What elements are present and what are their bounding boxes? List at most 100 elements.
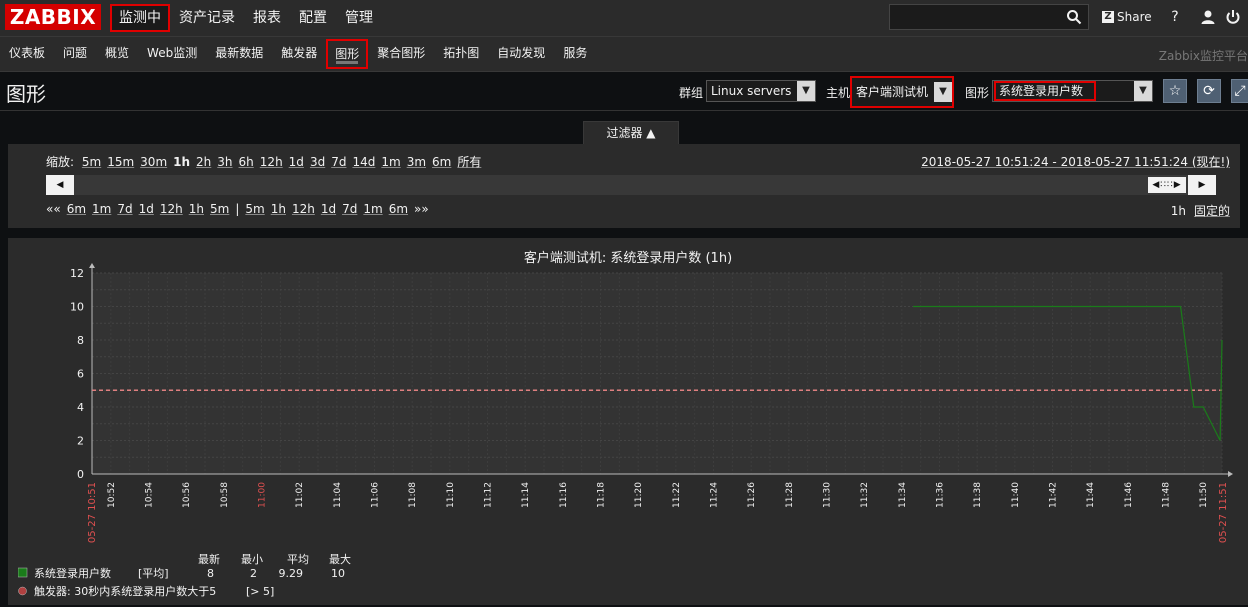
- nav-forward-option[interactable]: 5m: [245, 202, 264, 216]
- x-tick-label: 11:28: [785, 482, 795, 508]
- nav-forward-option[interactable]: 6m: [389, 202, 408, 216]
- scroll-left-button[interactable]: ◀: [46, 175, 74, 195]
- graph-label: 图形: [965, 86, 990, 100]
- favorite-star-button[interactable]: ☆: [1163, 79, 1187, 103]
- sub-menu-item[interactable]: Web监测: [138, 37, 206, 71]
- period-navigation: «« 6m 1m 7d 1d 12h 1h 5m | 5m 1h 12h 1d 7d 1m 6m »»: [46, 202, 435, 216]
- nav-forward-option[interactable]: 7d: [342, 202, 357, 216]
- y-tick-label: 0: [77, 468, 84, 481]
- x-tick-label: 11:02: [295, 482, 305, 508]
- zabbix-logo[interactable]: ZABBIX: [5, 4, 101, 30]
- zoom-option[interactable]: 7d: [331, 155, 346, 169]
- y-tick-label: 6: [77, 368, 84, 381]
- share-label: Share: [1117, 10, 1152, 24]
- fixed-toggle-link[interactable]: 固定的: [1194, 204, 1230, 218]
- graph-select[interactable]: 系统登录用户数 ▼: [992, 80, 1153, 102]
- zoom-option[interactable]: 所有: [457, 155, 481, 169]
- x-tick-label: 11:30: [823, 482, 833, 508]
- y-tick-label: 8: [77, 334, 84, 347]
- y-tick-label: 12: [70, 267, 84, 280]
- nav-forward-option[interactable]: 1m: [363, 202, 382, 216]
- star-icon: ☆: [1168, 83, 1182, 99]
- zoom-option[interactable]: 14d: [352, 155, 375, 169]
- search-box[interactable]: [889, 4, 1089, 30]
- sub-menu-item[interactable]: 拓扑图: [434, 37, 488, 71]
- sub-menu-item[interactable]: 仪表板: [0, 37, 54, 71]
- nav-forward-option[interactable]: 12h: [292, 202, 315, 216]
- zoom-option[interactable]: 1h: [173, 155, 190, 169]
- zoom-option[interactable]: 12h: [260, 155, 283, 169]
- zoom-option[interactable]: 2h: [196, 155, 211, 169]
- nav-back-option[interactable]: 1d: [139, 202, 154, 216]
- nav-forward-option[interactable]: 1d: [321, 202, 336, 216]
- fullscreen-button[interactable]: ⤢: [1231, 79, 1248, 103]
- host-select[interactable]: 客户端测试机 ▼: [850, 76, 954, 108]
- nav-back-option[interactable]: 1h: [189, 202, 204, 216]
- main-menu-item[interactable]: 配置: [290, 4, 336, 32]
- x-tick-label: 11:12: [484, 482, 494, 508]
- legend-table: 最新 最小 平均 最大系统登录用户数 [平均] 8 2 9.29 10 触发器: 30秒内系统登录…: [17, 552, 351, 598]
- x-tick-label: 11:16: [559, 482, 569, 508]
- zoom-option[interactable]: 30m: [140, 155, 167, 169]
- main-menu-item[interactable]: 报表: [244, 4, 290, 32]
- refresh-button[interactable]: ⟳: [1197, 79, 1221, 103]
- scroll-right-button[interactable]: ▶: [1188, 175, 1216, 195]
- main-menu-item[interactable]: 监测中: [110, 4, 170, 32]
- x-tick-label: 10:56: [182, 482, 192, 508]
- main-menu-item[interactable]: 资产记录: [170, 4, 244, 32]
- zoom-option[interactable]: 1m: [381, 155, 400, 169]
- main-menu-item[interactable]: 管理: [336, 4, 382, 32]
- user-profile-icon[interactable]: [1199, 8, 1217, 26]
- legend-series-function: [平均]: [138, 567, 169, 580]
- zoom-option[interactable]: 3h: [217, 155, 232, 169]
- host-select-value: 客户端测试机: [856, 85, 929, 99]
- sign-out-icon[interactable]: [1224, 8, 1242, 26]
- zoom-option[interactable]: 3d: [310, 155, 325, 169]
- sub-menu-item[interactable]: 聚合图形: [368, 37, 434, 71]
- time-scrollbar[interactable]: ◀ ◀∷∷▶ ▶: [46, 175, 1216, 195]
- sub-menu-item[interactable]: 概览: [96, 37, 138, 71]
- search-input[interactable]: [890, 5, 1072, 29]
- x-tick-label: 11:26: [747, 482, 757, 508]
- legend-value: 8: [207, 567, 214, 580]
- sub-menu-item[interactable]: 图形: [326, 39, 369, 69]
- zoom-option[interactable]: 6m: [432, 155, 451, 169]
- scroll-thumb-handle[interactable]: ◀∷∷▶: [1148, 177, 1186, 193]
- sub-menu: 仪表板 问题 概览 Web监测 最新数据 触发器 图形 聚合图形 拓扑图 自动发现 服务: [0, 37, 596, 71]
- filter-toggle-tab[interactable]: 过滤器 ▲: [583, 121, 679, 145]
- x-tick-label: 11:36: [936, 482, 946, 508]
- zoom-option[interactable]: 3m: [407, 155, 426, 169]
- x-tick-label: 10:54: [145, 482, 155, 508]
- sub-menu-item[interactable]: 自动发现: [488, 37, 554, 71]
- nav-back-option[interactable]: 12h: [160, 202, 183, 216]
- chevron-down-icon: ▼: [797, 81, 815, 101]
- sub-menu-item[interactable]: 触发器: [272, 37, 326, 71]
- x-tick-label: 11:18: [597, 482, 607, 508]
- help-icon[interactable]: ?: [1166, 8, 1184, 26]
- page-header: 图形 群组 Linux servers ▼ 主机 客户端测试机 ▼ 图形 系统登…: [0, 72, 1248, 111]
- zabbix-share-icon: Z: [1102, 11, 1114, 23]
- nav-separator: |: [235, 202, 240, 216]
- zoom-option[interactable]: 5m: [82, 155, 101, 169]
- legend-series-name: 系统登录用户数: [34, 566, 111, 580]
- zoom-option[interactable]: 1d: [289, 155, 304, 169]
- nav-back-option[interactable]: 1m: [92, 202, 111, 216]
- y-tick-label: 4: [77, 401, 84, 414]
- nav-forward-option[interactable]: 1h: [271, 202, 286, 216]
- sub-menu-item[interactable]: 最新数据: [206, 37, 272, 71]
- search-icon[interactable]: [1066, 9, 1082, 25]
- sub-menu-item[interactable]: 服务: [554, 37, 596, 71]
- share-button[interactable]: Z Share: [1102, 9, 1152, 25]
- nav-back-option[interactable]: 5m: [210, 202, 229, 216]
- group-select[interactable]: Linux servers ▼: [706, 80, 816, 102]
- y-axis-arrow: [89, 263, 95, 268]
- nav-back-option[interactable]: 6m: [67, 202, 86, 216]
- nav-back-option[interactable]: 7d: [117, 202, 132, 216]
- sub-menu-item[interactable]: 问题: [54, 37, 96, 71]
- fullscreen-icon: ⤢: [1234, 83, 1246, 99]
- date-range-link[interactable]: 2018-05-27 10:51:24 - 2018-05-27 11:51:2…: [921, 153, 1230, 170]
- legend-header: 最新: [198, 552, 220, 566]
- zoom-option[interactable]: 15m: [107, 155, 134, 169]
- x-axis-arrow: [1228, 471, 1233, 477]
- zoom-option[interactable]: 6h: [239, 155, 254, 169]
